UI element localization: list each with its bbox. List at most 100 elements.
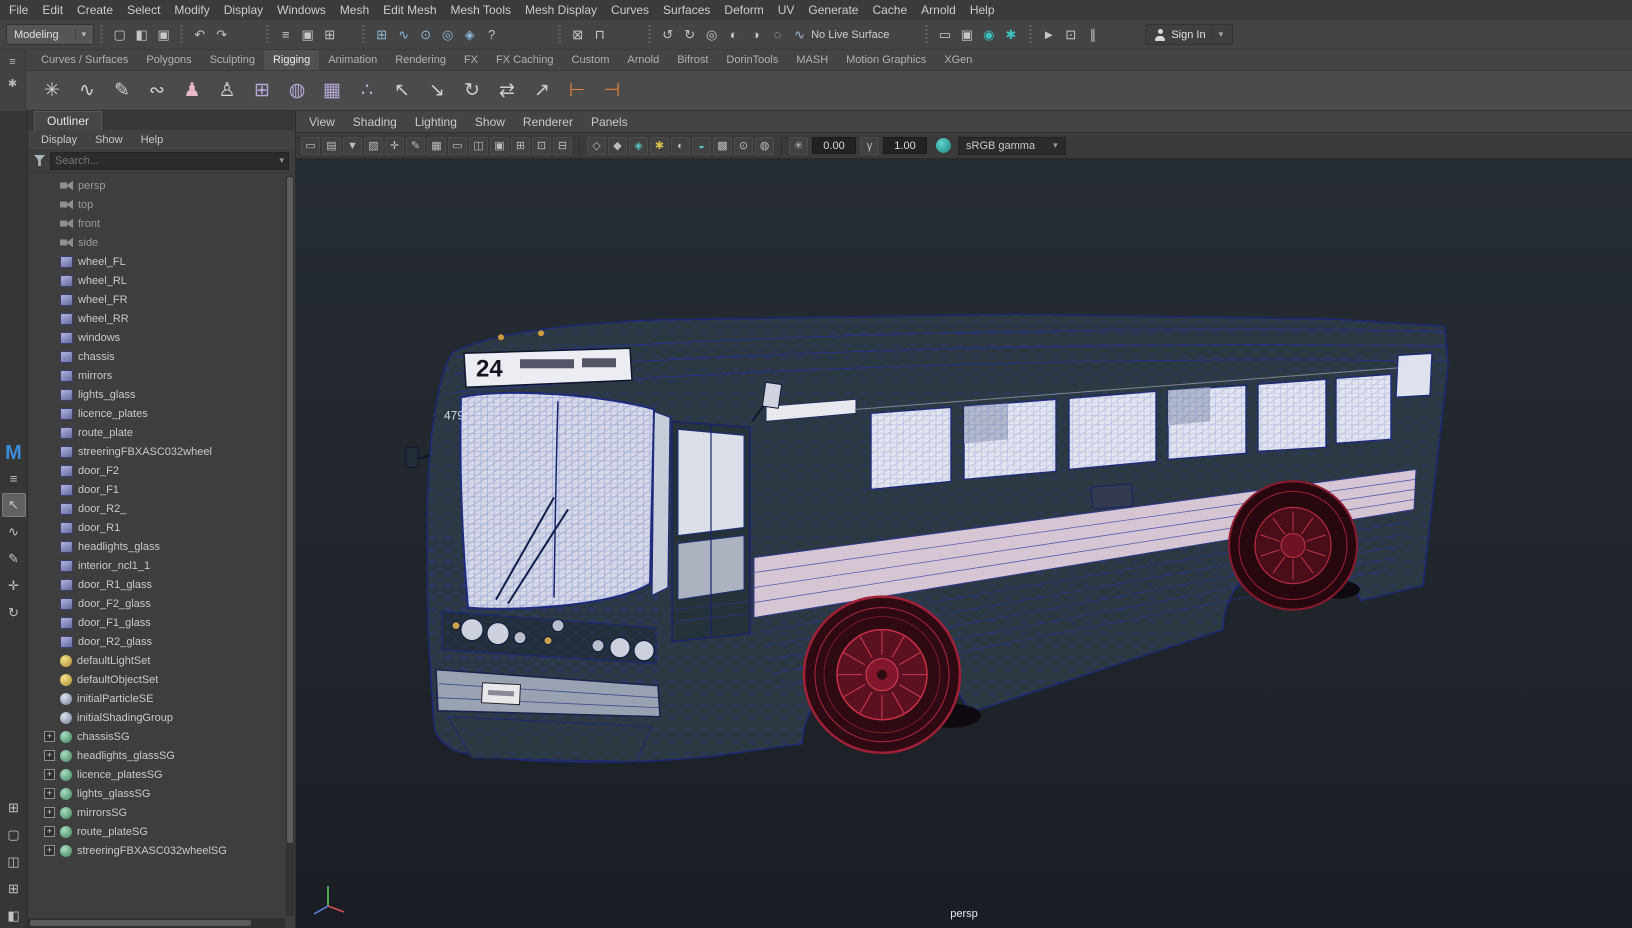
wireframe-icon[interactable]: ◇	[587, 136, 606, 155]
snap-curve-icon[interactable]: ∿	[393, 24, 414, 45]
panel-menu-item[interactable]: Shading	[344, 113, 406, 131]
outliner-item[interactable]: initialShadingGroup	[28, 708, 295, 727]
menu-item[interactable]: Cache	[865, 1, 914, 19]
render-settings-icon[interactable]: ✱	[1000, 24, 1021, 45]
menu-item[interactable]: UV	[771, 1, 802, 19]
snap-release-icon[interactable]: ◌	[767, 24, 788, 45]
scale-constraint-icon[interactable]: ↗	[526, 75, 558, 107]
expand-icon[interactable]	[44, 845, 55, 856]
chevron-down-icon[interactable]: ▾	[279, 155, 284, 166]
shelf-tab[interactable]: Animation	[319, 50, 386, 70]
pause-icon[interactable]: ∥	[1082, 24, 1103, 45]
snap-grid-icon[interactable]: ⊞	[371, 24, 392, 45]
paint-select-tool-icon[interactable]: ✎	[2, 547, 26, 571]
menu-item[interactable]: Edit Mesh	[376, 1, 443, 19]
search-input[interactable]: ▾	[50, 151, 289, 170]
quick-help-icon[interactable]: ?	[481, 24, 502, 45]
shelf-tab[interactable]: Rigging	[263, 50, 320, 70]
outliner-item[interactable]: front	[28, 214, 295, 233]
exposure-icon[interactable]: ✳	[789, 136, 808, 155]
outliner-item[interactable]: route_plateSG	[28, 822, 295, 841]
shaded-icon[interactable]: ◆	[608, 136, 627, 155]
outliner-item[interactable]: lights_glassSG	[28, 784, 295, 803]
outliner-item[interactable]: headlights_glass	[28, 537, 295, 556]
color-transform-select[interactable]: sRGB gamma ▾	[958, 136, 1066, 155]
outliner-item[interactable]: licence_plates	[28, 404, 295, 423]
camera-attributes-icon[interactable]: ▤	[322, 136, 341, 155]
xray-icon[interactable]: ◍	[755, 136, 774, 155]
shelf-tab[interactable]: Rendering	[386, 50, 455, 70]
discrete-rotate-icon[interactable]: ↻	[679, 24, 700, 45]
expand-icon[interactable]	[44, 750, 55, 761]
isolate-select-icon[interactable]: ⊙	[734, 136, 753, 155]
sphere-lattice-icon[interactable]: ◍	[281, 75, 313, 107]
menu-item[interactable]: Display	[217, 1, 270, 19]
outliner-item[interactable]: wheel_FL	[28, 252, 295, 271]
group-grip[interactable]	[266, 24, 270, 45]
menu-item[interactable]: Curves	[604, 1, 656, 19]
toolbox-menu-icon[interactable]: ≡	[2, 466, 26, 490]
panel-menu-item[interactable]: Show	[466, 113, 514, 131]
menu-item[interactable]: Select	[120, 1, 167, 19]
expand-icon[interactable]	[44, 788, 55, 799]
snap-together-icon[interactable]: ↺	[657, 24, 678, 45]
menu-item[interactable]: Arnold	[914, 1, 963, 19]
menu-item[interactable]: Windows	[270, 1, 333, 19]
outliner-horizontal-scrollbar[interactable]	[28, 918, 285, 928]
select-tool-icon[interactable]: ↖	[1, 493, 26, 517]
outliner-item[interactable]: wheel_RL	[28, 271, 295, 290]
shelf-tab[interactable]: Arnold	[618, 50, 668, 70]
panel-menu-item[interactable]: View	[300, 113, 344, 131]
group-grip[interactable]	[1029, 24, 1033, 45]
menu-item[interactable]: Help	[963, 1, 1002, 19]
soft-select-icon[interactable]: ◎	[701, 24, 722, 45]
outliner-item[interactable]: chassis	[28, 347, 295, 366]
grid-icon[interactable]: ▦	[427, 136, 446, 155]
snap-projected-center-icon[interactable]: ◎	[437, 24, 458, 45]
outliner-item[interactable]: streeringFBXASC032wheelSG	[28, 841, 295, 860]
outliner-item[interactable]: wheel_FR	[28, 290, 295, 309]
expand-icon[interactable]	[44, 826, 55, 837]
outliner-menu-item[interactable]: Show	[86, 132, 132, 148]
outliner-item[interactable]: top	[28, 195, 295, 214]
menu-item[interactable]: Mesh Display	[518, 1, 604, 19]
safe-action-icon[interactable]: ⊡	[532, 136, 551, 155]
make-live-icon[interactable]: ◈	[459, 24, 480, 45]
group-grip[interactable]	[558, 24, 562, 45]
field-chart-icon[interactable]: ⊞	[511, 136, 530, 155]
pencil-curve-icon[interactable]: ✎	[106, 75, 138, 107]
layout-two-panes-icon[interactable]: ◫	[2, 850, 26, 874]
layout-single-pane-icon[interactable]: ▢	[2, 823, 26, 847]
undo-icon[interactable]: ↶	[189, 24, 210, 45]
scale-tool-icon[interactable]: ⊞	[2, 796, 26, 820]
shelf-edit-icon[interactable]: ✱	[8, 77, 17, 90]
outliner-item[interactable]: defaultLightSet	[28, 651, 295, 670]
film-gate-icon[interactable]: ▭	[448, 136, 467, 155]
lattice-icon[interactable]: ⊞	[246, 75, 278, 107]
open-scene-icon[interactable]: ◧	[131, 24, 152, 45]
outliner-item[interactable]: chassisSG	[28, 727, 295, 746]
outliner-item[interactable]: initialParticleSE	[28, 689, 295, 708]
outliner-item[interactable]: persp	[28, 176, 295, 195]
menu-item[interactable]: Mesh Tools	[444, 1, 518, 19]
outliner-item[interactable]: interior_ncl1_1	[28, 556, 295, 575]
live-surface-indicator[interactable]: ∿ No Live Surface	[788, 24, 895, 45]
outliner-item[interactable]: door_R2_glass	[28, 632, 295, 651]
menu-item[interactable]: Deform	[717, 1, 770, 19]
reflection-icon[interactable]: ◐	[723, 24, 744, 45]
image-plane-icon[interactable]: ▧	[364, 136, 383, 155]
attach-curve-icon[interactable]: ∾	[141, 75, 173, 107]
menu-item[interactable]: Edit	[35, 1, 70, 19]
rotate-tool-icon[interactable]: ↻	[2, 601, 26, 625]
sequence-render-icon[interactable]: ►	[1038, 24, 1059, 45]
cube-lattice-icon[interactable]: ▦	[316, 75, 348, 107]
shelf-tab[interactable]: Polygons	[137, 50, 200, 70]
parent-constraint-icon[interactable]: ↖	[386, 75, 418, 107]
render-view-icon[interactable]: ▭	[934, 24, 955, 45]
grease-pencil-icon[interactable]: ✎	[406, 136, 425, 155]
save-scene-icon[interactable]: ▣	[153, 24, 174, 45]
expand-icon[interactable]	[44, 807, 55, 818]
outliner-item[interactable]: licence_platesSG	[28, 765, 295, 784]
resolution-gate-icon[interactable]: ◫	[469, 136, 488, 155]
shelf-tab[interactable]: XGen	[935, 50, 981, 70]
